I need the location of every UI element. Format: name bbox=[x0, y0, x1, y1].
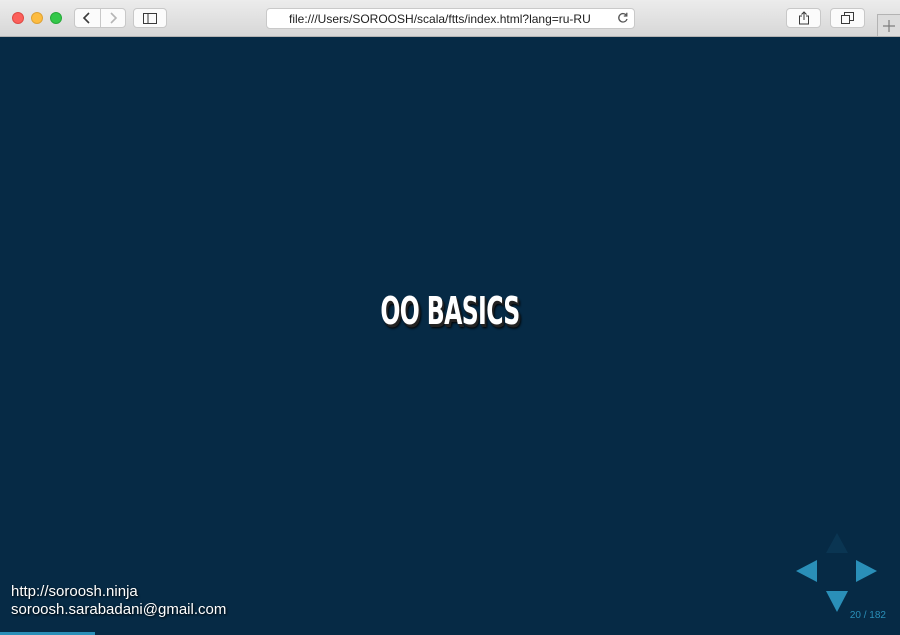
slide-number: 20 / 182 bbox=[849, 610, 886, 621]
sidebar-button[interactable] bbox=[133, 8, 167, 28]
close-window-button[interactable] bbox=[12, 12, 24, 24]
author-email: soroosh.sarabadani@gmail.com bbox=[11, 601, 227, 618]
slide-title: OO BASICS bbox=[380, 289, 520, 333]
minimize-window-button[interactable] bbox=[31, 12, 43, 24]
chevron-left-icon bbox=[83, 12, 90, 24]
slide-navigation-controls bbox=[796, 533, 880, 613]
chevron-right-icon bbox=[110, 12, 117, 24]
sidebar-icon bbox=[143, 12, 157, 24]
author-footer: http://soroosh.ninja soroosh.sarabadani@… bbox=[11, 583, 226, 619]
plus-icon bbox=[883, 19, 895, 32]
navigation-buttons bbox=[74, 8, 126, 28]
fullscreen-window-button[interactable] bbox=[50, 12, 62, 24]
reload-icon[interactable] bbox=[617, 12, 629, 24]
navigate-right-arrow[interactable] bbox=[856, 560, 877, 582]
url-text: file:///Users/SOROOSH/scala/ftts/index.h… bbox=[289, 12, 591, 26]
tabs-overview-button[interactable] bbox=[830, 8, 865, 28]
share-icon bbox=[798, 11, 809, 25]
author-website: http://soroosh.ninja bbox=[11, 583, 138, 600]
tabs-overview-icon bbox=[841, 12, 854, 24]
address-bar[interactable]: file:///Users/SOROOSH/scala/ftts/index.h… bbox=[266, 8, 635, 29]
share-button[interactable] bbox=[786, 8, 821, 28]
back-button[interactable] bbox=[75, 9, 100, 27]
browser-toolbar: file:///Users/SOROOSH/scala/ftts/index.h… bbox=[0, 0, 900, 37]
new-tab-button[interactable] bbox=[877, 14, 900, 36]
navigate-left-arrow[interactable] bbox=[796, 560, 817, 582]
navigate-up-arrow[interactable] bbox=[826, 533, 848, 553]
presentation-slide: OO BASICS http://soroosh.ninja soroosh.s… bbox=[0, 37, 900, 635]
forward-button[interactable] bbox=[99, 9, 126, 27]
navigate-down-arrow[interactable] bbox=[826, 591, 848, 612]
